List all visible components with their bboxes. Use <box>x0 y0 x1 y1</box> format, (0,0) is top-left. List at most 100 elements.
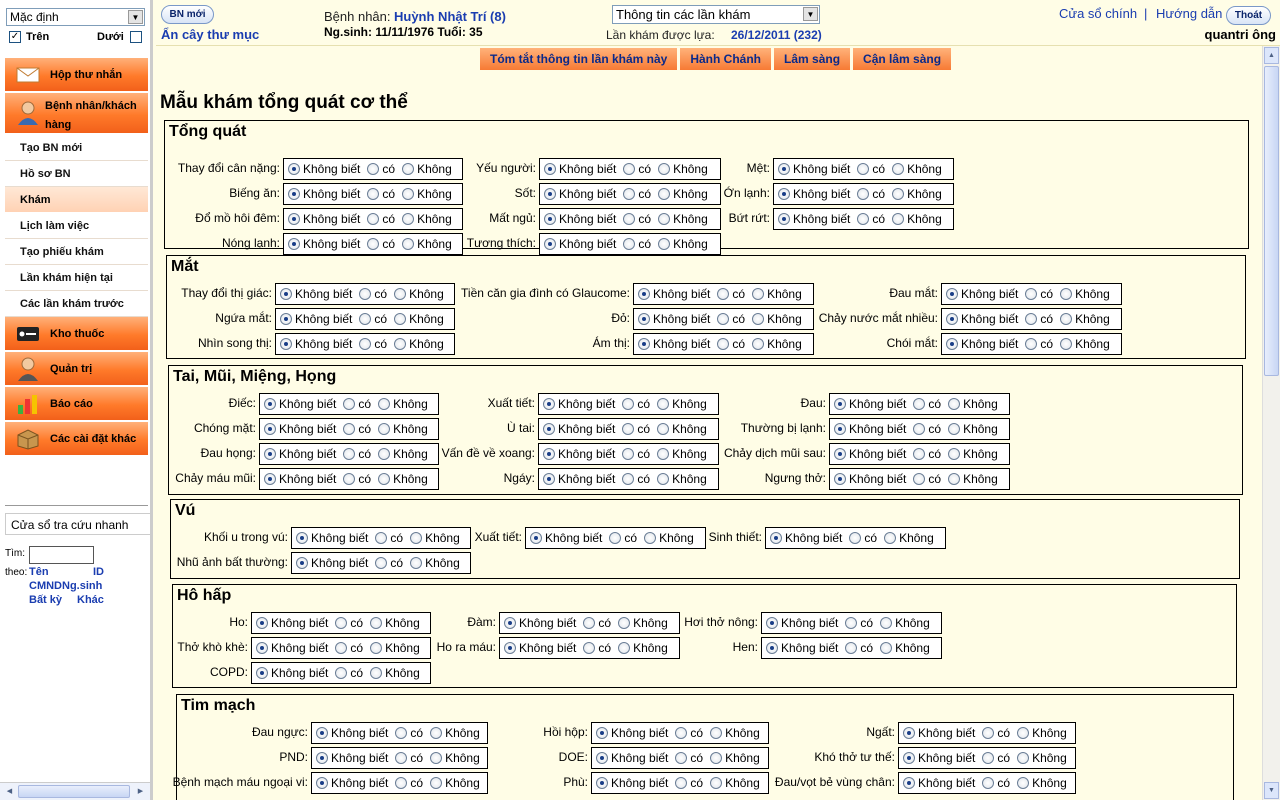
radio-yes[interactable] <box>1025 338 1038 350</box>
radio-yes[interactable] <box>857 213 870 225</box>
radio-yes[interactable] <box>717 313 730 325</box>
radio-unknown[interactable] <box>903 752 915 764</box>
radio-yes[interactable] <box>845 642 858 654</box>
radio-unknown[interactable] <box>316 727 328 739</box>
radio-unknown[interactable] <box>288 213 300 225</box>
radio-no[interactable] <box>370 617 383 629</box>
radio-yes[interactable] <box>845 617 858 629</box>
radio-no[interactable] <box>658 238 671 250</box>
radio-yes[interactable] <box>367 213 380 225</box>
radio-unknown[interactable] <box>504 642 516 654</box>
find-input[interactable] <box>29 546 94 564</box>
scroll-left-icon[interactable]: ◀ <box>3 785 16 798</box>
radio-yes[interactable] <box>675 727 688 739</box>
tab-paraclinical[interactable]: Cận lâm sàng <box>853 48 952 70</box>
radio-no[interactable] <box>657 423 670 435</box>
radio-unknown[interactable] <box>264 448 276 460</box>
tab-administrative[interactable]: Hành Chánh <box>680 48 772 70</box>
radio-unknown[interactable] <box>504 617 516 629</box>
radio-yes[interactable] <box>395 777 408 789</box>
radio-no[interactable] <box>710 752 723 764</box>
menu-inbox[interactable]: Hộp thư nhắn <box>5 58 148 93</box>
radio-unknown[interactable] <box>946 338 958 350</box>
radio-unknown[interactable] <box>288 163 300 175</box>
radio-no[interactable] <box>657 448 670 460</box>
radio-unknown[interactable] <box>638 288 650 300</box>
radio-unknown[interactable] <box>834 473 846 485</box>
radio-unknown[interactable] <box>530 532 542 544</box>
radio-no[interactable] <box>394 313 407 325</box>
radio-yes[interactable] <box>623 213 636 225</box>
radio-no[interactable] <box>378 448 391 460</box>
guide-link[interactable]: Hướng dẫn <box>1156 6 1222 21</box>
radio-yes[interactable] <box>1025 313 1038 325</box>
radio-no[interactable] <box>402 163 415 175</box>
radio-yes[interactable] <box>675 752 688 764</box>
vertical-scroll-thumb[interactable] <box>1264 66 1279 376</box>
radio-no[interactable] <box>752 338 765 350</box>
menu-current-visit[interactable]: Lần khám hiện tại <box>5 265 148 291</box>
radio-yes[interactable] <box>913 448 926 460</box>
radio-no[interactable] <box>948 448 961 460</box>
radio-yes[interactable] <box>622 448 635 460</box>
radio-no[interactable] <box>402 188 415 200</box>
radio-yes[interactable] <box>395 752 408 764</box>
radio-yes[interactable] <box>583 642 596 654</box>
radio-yes[interactable] <box>359 338 372 350</box>
radio-unknown[interactable] <box>264 398 276 410</box>
radio-no[interactable] <box>892 188 905 200</box>
radio-yes[interactable] <box>622 423 635 435</box>
radio-yes[interactable] <box>583 617 596 629</box>
radio-unknown[interactable] <box>543 398 555 410</box>
radio-yes[interactable] <box>343 398 356 410</box>
radio-unknown[interactable] <box>288 238 300 250</box>
radio-unknown[interactable] <box>256 617 268 629</box>
radio-no[interactable] <box>884 532 897 544</box>
radio-no[interactable] <box>1060 313 1073 325</box>
radio-yes[interactable] <box>359 313 372 325</box>
radio-yes[interactable] <box>359 288 372 300</box>
radio-yes[interactable] <box>343 448 356 460</box>
radio-no[interactable] <box>402 213 415 225</box>
radio-unknown[interactable] <box>834 423 846 435</box>
logout-button[interactable]: Thoát <box>1226 6 1271 25</box>
vertical-scrollbar[interactable]: ▲ ▼ <box>1262 46 1280 800</box>
menu-previous-visits[interactable]: Các lần khám trước <box>5 291 148 317</box>
radio-unknown[interactable] <box>544 238 556 250</box>
radio-unknown[interactable] <box>316 752 328 764</box>
radio-yes[interactable] <box>675 777 688 789</box>
scroll-up-icon[interactable]: ▲ <box>1264 47 1279 64</box>
radio-no[interactable] <box>948 473 961 485</box>
radio-unknown[interactable] <box>280 338 292 350</box>
radio-yes[interactable] <box>857 163 870 175</box>
radio-no[interactable] <box>1060 288 1073 300</box>
radio-no[interactable] <box>658 213 671 225</box>
radio-yes[interactable] <box>367 238 380 250</box>
radio-no[interactable] <box>880 617 893 629</box>
new-patient-button[interactable]: BN mới <box>161 5 214 24</box>
horizontal-scrollbar[interactable]: ◀ ▶ <box>0 782 150 800</box>
menu-create-form[interactable]: Tạo phiếu khám <box>5 239 148 265</box>
radio-yes[interactable] <box>913 398 926 410</box>
radio-yes[interactable] <box>335 642 348 654</box>
radio-yes[interactable] <box>1025 288 1038 300</box>
radio-yes[interactable] <box>849 532 862 544</box>
radio-yes[interactable] <box>623 188 636 200</box>
radio-unknown[interactable] <box>543 448 555 460</box>
menu-records[interactable]: Hồ sơ BN <box>5 161 148 187</box>
radio-yes[interactable] <box>343 473 356 485</box>
menu-admin[interactable]: Quản trị <box>5 352 148 387</box>
tab-summary[interactable]: Tóm tắt thông tin lần khám này <box>480 48 678 70</box>
lookup-other[interactable]: Khác <box>77 594 104 606</box>
radio-unknown[interactable] <box>766 642 778 654</box>
radio-no[interactable] <box>1017 727 1030 739</box>
radio-no[interactable] <box>892 213 905 225</box>
radio-no[interactable] <box>618 642 631 654</box>
menu-patients[interactable]: Bệnh nhân/khách hàng <box>5 93 148 135</box>
radio-no[interactable] <box>948 423 961 435</box>
radio-yes[interactable] <box>395 727 408 739</box>
radio-yes[interactable] <box>375 557 388 569</box>
radio-no[interactable] <box>378 473 391 485</box>
scroll-right-icon[interactable]: ▶ <box>134 785 147 798</box>
visits-select[interactable]: Thông tin các lần khám ▼ <box>612 5 820 24</box>
